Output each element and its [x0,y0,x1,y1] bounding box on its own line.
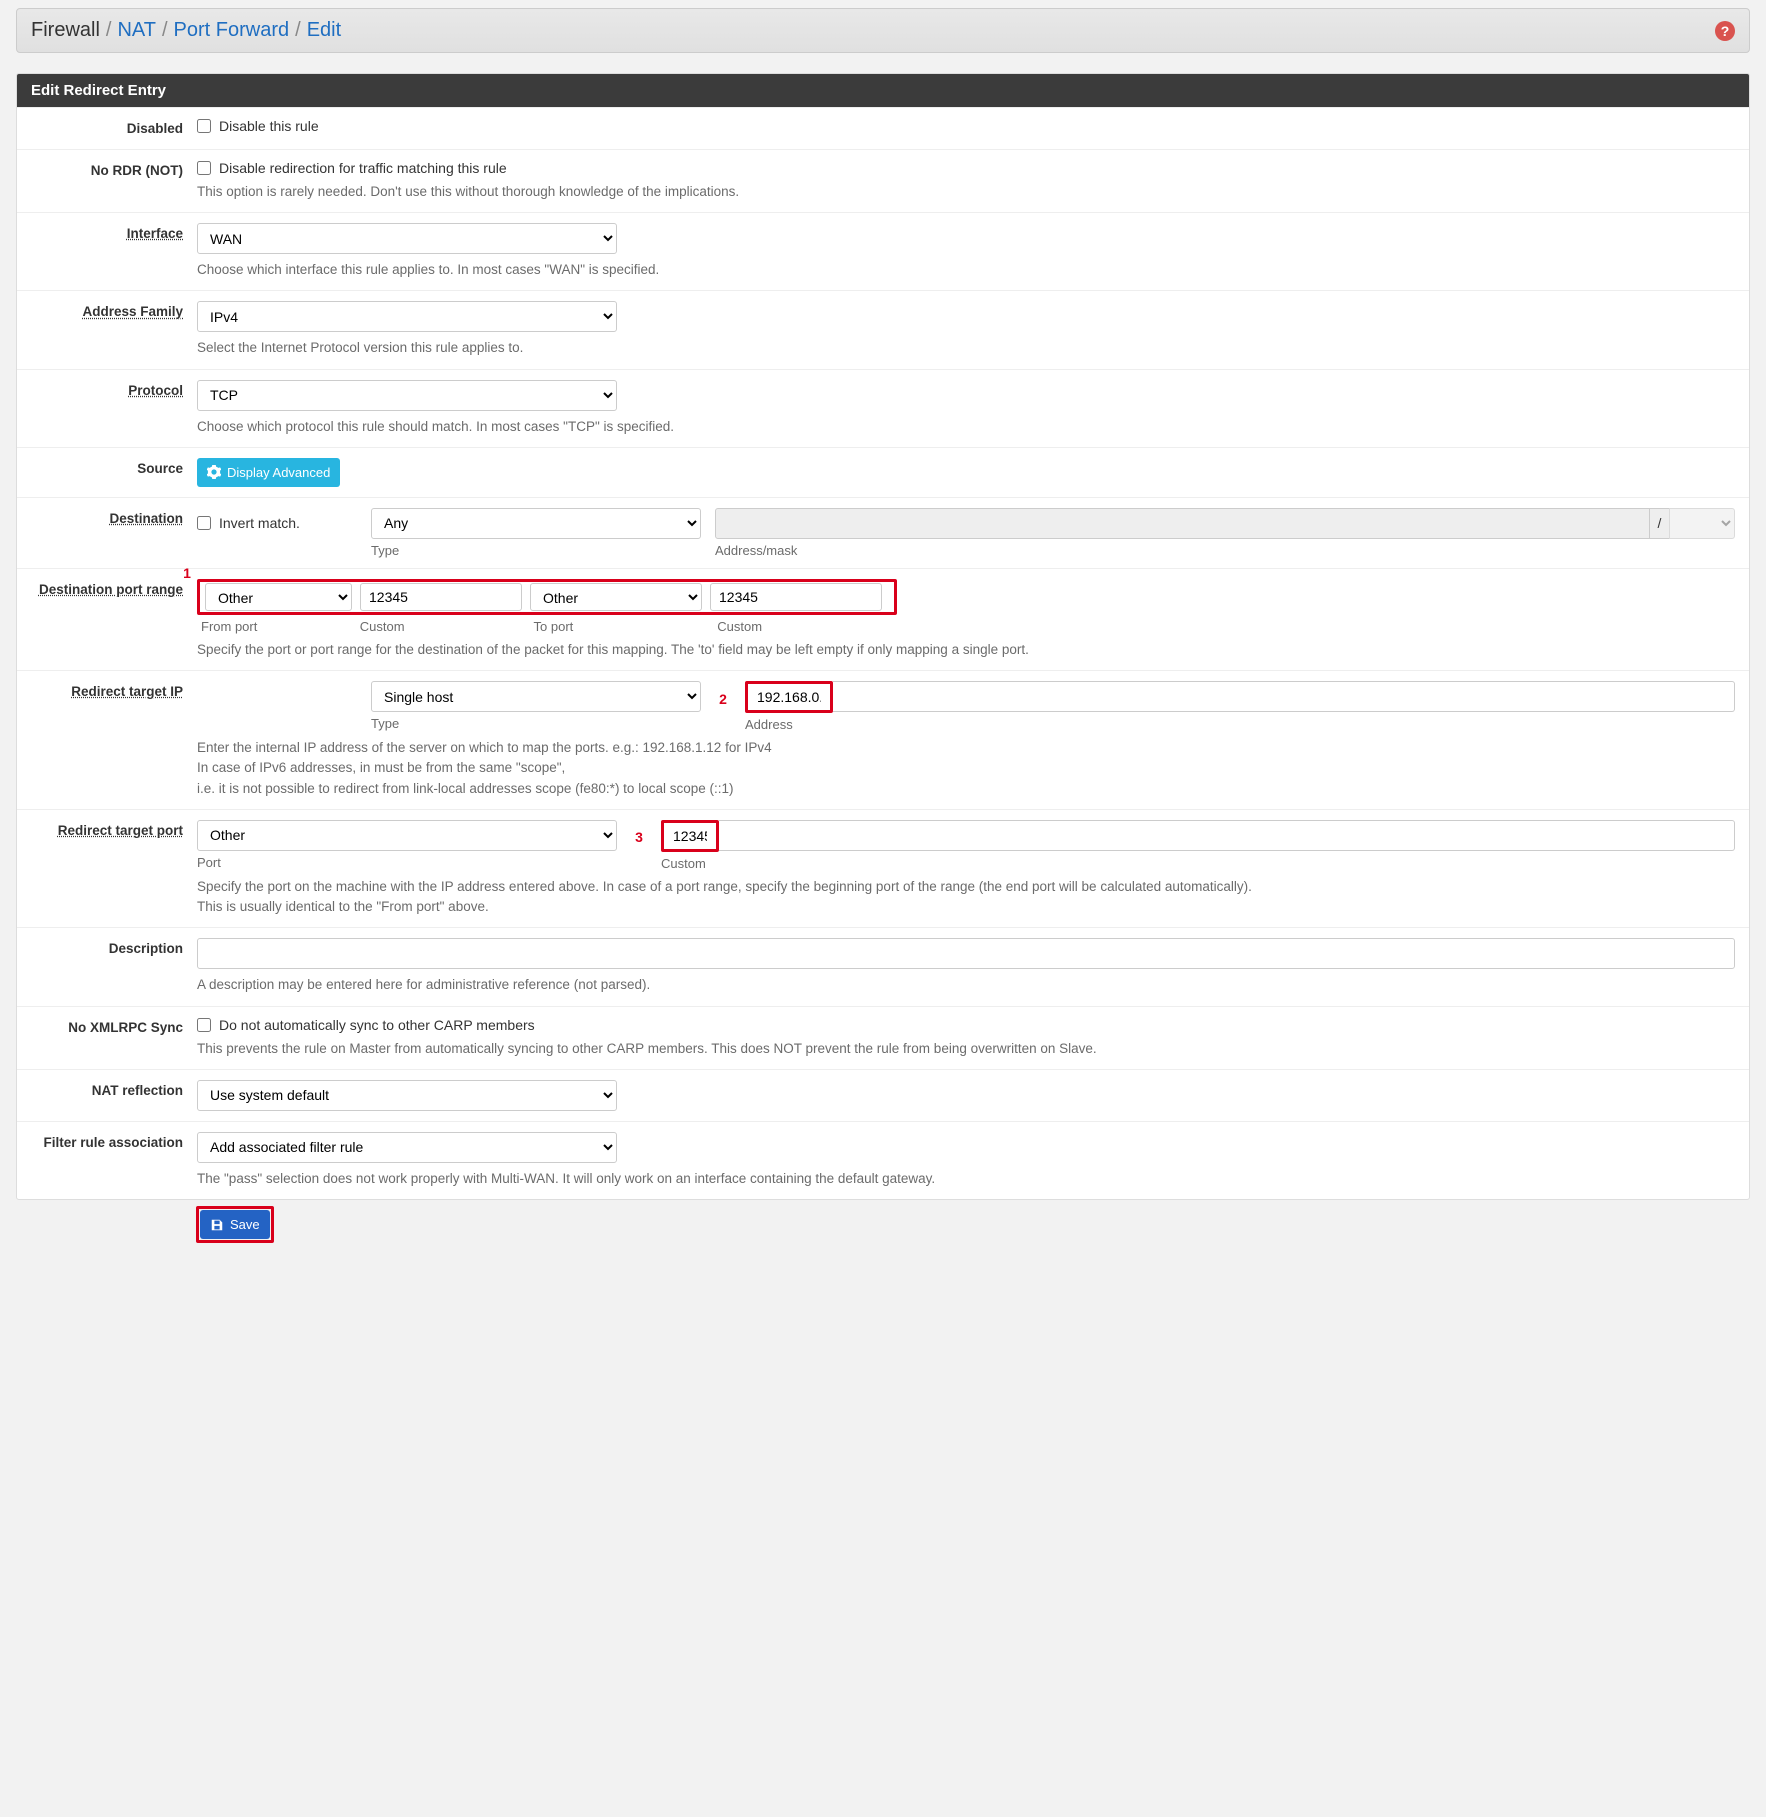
display-advanced-label: Display Advanced [227,465,330,480]
label-protocol: Protocol [17,380,197,401]
redirect-ip-highlight [745,681,833,713]
description-help: A description may be entered here for ad… [197,975,1735,995]
breadcrumb-nat[interactable]: NAT [117,19,156,42]
label-nordr: No RDR (NOT) [17,160,197,181]
redirect-port-custom-tail [719,820,1735,851]
description-input[interactable] [197,938,1735,969]
dest-port-help: Specify the port or port range for the d… [197,640,1735,660]
redirect-port-custom-sub: Custom [661,856,1735,871]
breadcrumb: Firewall / NAT / Port Forward / Edit ? [16,8,1750,53]
noxmlrpc-checkbox[interactable] [197,1018,211,1032]
disabled-checkbox[interactable] [197,119,211,133]
dest-to-port-select[interactable]: Other [530,583,702,611]
nordr-help: This option is rarely needed. Don't use … [197,182,1735,202]
nat-reflection-select[interactable]: Use system default [197,1080,617,1111]
breadcrumb-port-forward[interactable]: Port Forward [174,19,290,42]
dest-mask-select [1669,508,1735,539]
marker-1: 1 [179,565,195,581]
gear-icon [207,465,221,479]
disabled-checkbox-label: Disable this rule [219,118,319,134]
redirect-port-custom-input[interactable] [665,824,715,848]
label-destination: Destination [17,508,197,529]
nordr-checkbox-row[interactable]: Disable redirection for traffic matching… [197,160,1735,176]
help-icon[interactable]: ? [1715,21,1735,41]
edit-redirect-panel: Edit Redirect Entry Disabled Disable thi… [16,73,1750,1200]
label-redirect-ip: Redirect target IP [17,681,197,702]
redirect-ip-addr-sub: Address [745,717,1735,732]
mask-separator: / [1650,508,1670,539]
marker-3: 3 [631,829,647,845]
protocol-help: Choose which protocol this rule should m… [197,417,1735,437]
redirect-ip-type-select[interactable]: Single host [371,681,701,712]
display-advanced-button[interactable]: Display Advanced [197,458,340,487]
label-address-family: Address Family [17,301,197,322]
dest-address-input [715,508,1650,539]
dest-to-custom-sub: Custom [717,619,897,634]
interface-help: Choose which interface this rule applies… [197,260,1735,280]
noxmlrpc-checkbox-row[interactable]: Do not automatically sync to other CARP … [197,1017,1735,1033]
filter-assoc-help: The "pass" selection does not work prope… [197,1169,1735,1189]
filter-assoc-select[interactable]: Add associated filter rule [197,1132,617,1163]
breadcrumb-root: Firewall [31,19,100,42]
dest-invert-row[interactable]: Invert match. [197,508,357,539]
label-filter-assoc: Filter rule association [17,1132,197,1153]
label-noxmlrpc: No XMLRPC Sync [17,1017,197,1038]
dest-from-port-select[interactable]: Other [205,583,352,611]
redirect-port-help: Specify the port on the machine with the… [197,877,1735,918]
breadcrumb-edit[interactable]: Edit [307,19,341,42]
disabled-checkbox-row[interactable]: Disable this rule [197,118,1735,134]
dest-port-highlight: Other Other [197,579,897,615]
address-family-select[interactable]: IPv4 [197,301,617,332]
protocol-select[interactable]: TCP [197,380,617,411]
redirect-ip-type-sub: Type [371,716,701,731]
redirect-port-highlight [661,820,719,852]
dest-type-select[interactable]: Any [371,508,701,539]
breadcrumb-sep: / [295,19,301,42]
noxmlrpc-help: This prevents the rule on Master from au… [197,1039,1735,1059]
redirect-ip-address-tail [833,681,1735,712]
label-nat-reflection: NAT reflection [17,1080,197,1101]
save-icon [210,1218,224,1232]
nordr-checkbox-label: Disable redirection for traffic matching… [219,160,507,176]
save-highlight: Save [196,1206,274,1243]
breadcrumb-sep: / [162,19,168,42]
dest-type-sub: Type [371,543,701,558]
label-disabled: Disabled [17,118,197,139]
redirect-ip-address-input[interactable] [749,685,829,709]
nordr-checkbox[interactable] [197,161,211,175]
label-interface: Interface [17,223,197,244]
breadcrumb-sep: / [106,19,112,42]
dest-invert-checkbox[interactable] [197,516,211,530]
redirect-ip-help: Enter the internal IP address of the ser… [197,738,1735,799]
label-description: Description [17,938,197,959]
marker-2: 2 [715,691,731,707]
save-button[interactable]: Save [200,1210,270,1239]
dest-to-port-sub: To port [534,619,718,634]
redirect-port-sub: Port [197,855,617,870]
dest-invert-label: Invert match. [219,515,300,531]
label-source: Source [17,458,197,479]
label-redirect-port: Redirect target port [17,820,197,841]
label-dest-port-range: Destination port range [17,579,197,600]
redirect-port-select[interactable]: Other [197,820,617,851]
interface-select[interactable]: WAN [197,223,617,254]
dest-to-custom-input[interactable] [710,583,882,611]
dest-from-custom-input[interactable] [360,583,522,611]
address-family-help: Select the Internet Protocol version thi… [197,338,1735,358]
noxmlrpc-checkbox-label: Do not automatically sync to other CARP … [219,1017,535,1033]
save-button-label: Save [230,1217,260,1232]
dest-addr-sub: Address/mask [715,543,1735,558]
dest-from-custom-sub: Custom [360,619,534,634]
dest-from-port-sub: From port [201,619,360,634]
panel-title: Edit Redirect Entry [17,74,1749,107]
